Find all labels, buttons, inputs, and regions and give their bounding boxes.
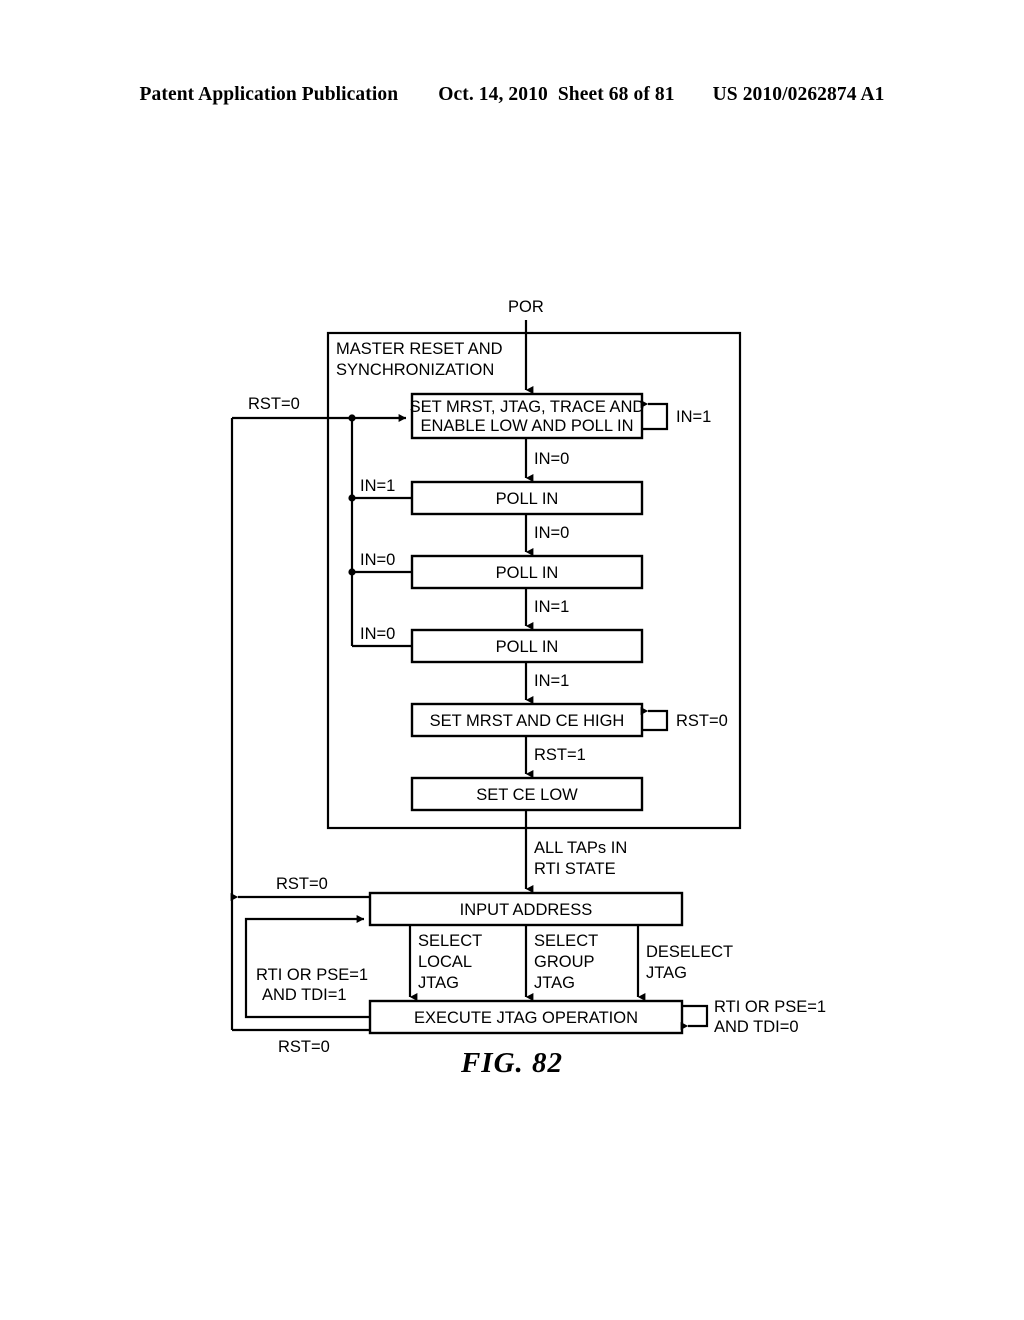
selfloop-rst-eq-0	[640, 707, 669, 732]
label-rst-eq-0-left: RST=0	[248, 395, 300, 413]
label-select-local-line1: SELECT	[418, 932, 482, 950]
node-input-address-label: INPUT ADDRESS	[460, 901, 593, 919]
label-select-local-line2: LOCAL	[418, 953, 472, 971]
node-poll-in-1-label: POLL IN	[496, 490, 559, 508]
figure-caption: FIG. 82	[460, 1047, 564, 1079]
label-select-group-line1: SELECT	[534, 932, 598, 950]
label-rti-pse-back-line2: AND TDI=1	[262, 986, 347, 1004]
label-deselect-line1: DESELECT	[646, 943, 733, 961]
node-set-mrst-jtag-trace-line1: SET MRST, JTAG, TRACE AND	[410, 398, 645, 416]
label-all-taps-line2: RTI STATE	[534, 860, 616, 878]
junction-dot-poll-2	[348, 568, 356, 576]
label-in-eq-1-down-4: IN=1	[534, 672, 569, 690]
node-poll-in-3-label: POLL IN	[496, 638, 559, 656]
container-label-line1: MASTER RESET AND	[336, 340, 503, 358]
por-label: POR	[508, 298, 544, 316]
node-set-mrst-jtag-trace-line2: ENABLE LOW AND POLL IN	[420, 417, 633, 435]
label-in-eq-1-back-1: IN=1	[360, 477, 395, 495]
label-deselect-line2: JTAG	[646, 964, 687, 982]
node-set-ce-low-label: SET CE LOW	[476, 786, 578, 804]
label-rti-pse-selfloop-line1: RTI OR PSE=1	[714, 998, 826, 1016]
node-execute-jtag-operation-label: EXECUTE JTAG OPERATION	[414, 1009, 638, 1027]
label-select-group-line3: JTAG	[534, 974, 575, 992]
selfloop-rti-pse-tdi-0	[680, 1004, 709, 1030]
label-in-eq-1-selfloop-top: IN=1	[676, 408, 711, 426]
container-label-line2: SYNCHRONIZATION	[336, 361, 494, 379]
label-rti-pse-back-line1: RTI OR PSE=1	[256, 966, 368, 984]
label-select-local-line3: JTAG	[418, 974, 459, 992]
label-rst-eq-0-input-address: RST=0	[276, 875, 328, 893]
patent-figure-page: Patent Application Publication Oct. 14, 2…	[0, 0, 1024, 1320]
node-poll-in-2-label: POLL IN	[496, 564, 559, 582]
node-set-mrst-and-ce-high-label: SET MRST AND CE HIGH	[430, 712, 625, 730]
selfloop-in-eq-1-top	[640, 400, 669, 431]
label-rti-pse-selfloop-line2: AND TDI=0	[714, 1018, 799, 1036]
junction-dot-poll-1	[348, 494, 356, 502]
label-in-eq-1-down-3: IN=1	[534, 598, 569, 616]
label-in-eq-0-down-1: IN=0	[534, 450, 569, 468]
label-all-taps-line1: ALL TAPs IN	[534, 839, 627, 857]
label-rst-eq-0-selfloop: RST=0	[676, 712, 728, 730]
label-rst-eq-1-down: RST=1	[534, 746, 586, 764]
label-select-group-line2: GROUP	[534, 953, 595, 971]
label-in-eq-0-down-2: IN=0	[534, 524, 569, 542]
label-in-eq-0-back-2: IN=0	[360, 551, 395, 569]
state-diagram: MASTER RESET AND SYNCHRONIZATION POR SET…	[230, 298, 826, 1056]
label-in-eq-0-back-3: IN=0	[360, 625, 395, 643]
